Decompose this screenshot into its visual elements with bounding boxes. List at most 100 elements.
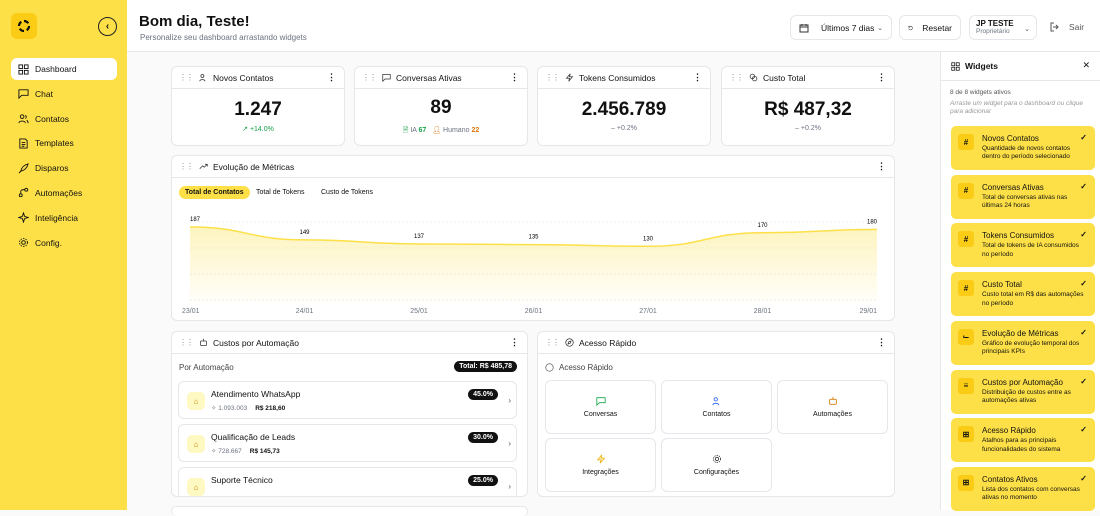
sidebar-item-templates[interactable]: Templates [11,132,117,154]
list-item[interactable]: ⌂ Suporte Técnico 25.0% › [178,467,517,496]
widget-type-icon: # [958,134,974,150]
widget-option-desc: Lista dos contatos com conversas ativas … [982,485,1080,502]
drag-handle-icon[interactable]: ⋮⋮ [362,73,377,82]
widget-option-title: Tokens Consumidos [982,231,1055,241]
widget-option-4[interactable]: ⌙ Evolução de Métricas Gráfico de evolução… [951,320,1095,365]
header: Bom dia, Teste! Personalize seu dashboar… [127,0,1100,52]
widget-partial [171,506,528,516]
widget-option-0[interactable]: # Novos Contatos Quantidade de novos conta… [951,126,1095,170]
drag-handle-icon[interactable]: ⋮⋮ [545,73,560,82]
widget-option-5[interactable]: ≡ Custos por Automação Distribuição de cus… [951,369,1095,414]
more-options-icon[interactable]: ⋮ [510,72,519,83]
drag-handle-icon[interactable]: ⋮⋮ [179,73,194,82]
page-title: Bom dia, Teste! [139,13,250,30]
list-item[interactable]: ⌂ Atendimento WhatsApp ✧ 1.093.003 R$ 218… [178,381,517,419]
grid-icon [951,61,960,71]
sidebar-item-disparos[interactable]: Disparos [11,157,117,179]
x-tick-label: 23/01 [182,308,200,315]
bot-icon: ⌂ [187,435,205,453]
widget-option-title: Evolução de Métricas [982,328,1059,338]
widgets-count: 8 de 8 widgets ativos [950,89,1011,96]
drag-handle-icon[interactable]: ⋮⋮ [179,338,194,347]
rocket-icon [18,162,29,174]
grid-icon [18,63,29,75]
sidebar-item-inteligencia[interactable]: Inteligência [11,207,117,229]
sidebar-item-dashboard[interactable]: Dashboard [11,58,117,80]
quick-integracoes[interactable]: Integrações [545,438,656,492]
widget-option-3[interactable]: # Custo Total Custo total em R$ das automa… [951,272,1095,317]
widgets-hint: Arraste um widget para o dashboard ou cl… [950,100,1083,116]
quick-label: Automações [813,411,852,418]
more-options-icon[interactable]: ⋮ [877,72,886,83]
more-options-icon[interactable]: ⋮ [327,72,336,83]
quick-label: Integrações [582,469,619,476]
lightning-icon [596,454,606,464]
widget-tokens-consumidos: ⋮⋮ Tokens Consumidos ⋮ 2.456.789 – +0.2% [537,66,711,146]
drag-handle-icon[interactable]: ⋮⋮ [729,73,744,82]
widget-option-desc: Quantidade de novos contatos dentro do p… [982,145,1071,161]
logo[interactable] [11,13,37,39]
automation-name: Qualificação de Leads [211,432,296,442]
sidebar-item-label: Templates [35,138,74,149]
widget-option-title: Acesso Rápido [982,426,1036,436]
sidebar: ‹ Dashboard Chat Contatos Templates Disp… [0,0,127,510]
x-tick-label: 26/01 [525,308,543,315]
bot-icon [829,396,837,405]
panel-title: Widgets [965,61,998,71]
collapse-sidebar-button[interactable]: ‹ [98,17,117,36]
user-menu[interactable]: JP TESTE Proprietário ⌄ [969,15,1037,40]
widget-option-title: Contatos Ativos [982,474,1038,484]
sparkle-icon [18,212,29,224]
widget-option-6[interactable]: ⊞ Acesso Rápido Atalhos para as principais… [951,418,1095,463]
kpi-value: 89 [430,97,452,118]
period-select[interactable]: Últimos 7 dias ⌄ [790,15,892,40]
compass-icon [565,338,574,347]
widget-type-icon: # [958,280,974,297]
chevron-right-icon: › [508,439,511,448]
widget-option-7[interactable]: ⊞ Contatos Ativos Lista dos contatos com c… [951,466,1095,511]
automation-cost: R$ 218,60 [255,405,286,412]
widget-option-2[interactable]: # Tokens Consumidos Total de tokens de IA … [951,223,1095,268]
more-options-icon[interactable]: ⋮ [877,337,886,348]
x-tick-label: 27/01 [639,308,657,315]
data-label: 187 [190,217,201,223]
data-label: 180 [867,219,878,225]
sidebar-item-config[interactable]: Config. [11,232,117,254]
widget-title: Tokens Consumidos [579,72,656,83]
chevron-down-icon: ⌄ [877,24,883,32]
check-icon: ✓ [1080,376,1087,386]
widget-type-icon: ≡ [958,377,974,394]
automation-percent: 30.0% [468,432,498,443]
logout-button[interactable]: Sair [1050,22,1084,32]
widget-conversas-ativas: ⋮⋮ Conversas Ativas ⋮ 89 🗎 IA 67 👤︎ Huma… [354,66,528,146]
data-label: 149 [299,230,310,236]
sidebar-item-contatos[interactable]: Contatos [11,108,117,130]
widget-title: Conversas Ativas [396,72,462,83]
automation-percent: 45.0% [468,389,498,400]
sidebar-item-automacoes[interactable]: Automações [11,182,117,204]
ia-label: IA [410,127,417,134]
reset-button[interactable]: Resetar [899,15,961,40]
quick-automacoes[interactable]: Automações [777,380,888,434]
list-item[interactable]: ⌂ Qualificação de Leads ✧ 728.667 R$ 145,… [178,424,517,462]
quick-conversas[interactable]: Conversas [545,380,656,434]
drag-handle-icon[interactable]: ⋮⋮ [545,338,560,347]
close-icon[interactable]: ✕ [1082,60,1090,71]
sidebar-item-label: Inteligência [35,212,79,223]
sidebar-item-chat[interactable]: Chat [11,83,117,105]
check-icon: ✓ [1080,279,1087,289]
costs-total-badge: Total: R$ 485,78 [454,361,517,372]
coins-icon [749,73,758,82]
more-options-icon[interactable]: ⋮ [693,72,702,83]
widget-option-title: Custos por Automação [982,377,1063,387]
check-icon: ✓ [1080,133,1087,142]
quick-contatos[interactable]: Contatos [661,380,772,434]
quick-configuracoes[interactable]: Configurações [661,438,772,492]
chevron-right-icon: › [508,396,511,405]
sidebar-item-label: Automações [35,187,83,198]
widget-option-1[interactable]: # Conversas Ativas Total de conversas ativ… [951,174,1095,219]
widget-option-title: Custo Total [982,280,1022,290]
more-options-icon[interactable]: ⋮ [510,337,519,348]
widget-type-icon: ⌙ [958,328,974,345]
widget-evolucao-metricas: ⋮⋮ Evolução de Métricas ⋮ Total de Conta… [171,155,895,321]
